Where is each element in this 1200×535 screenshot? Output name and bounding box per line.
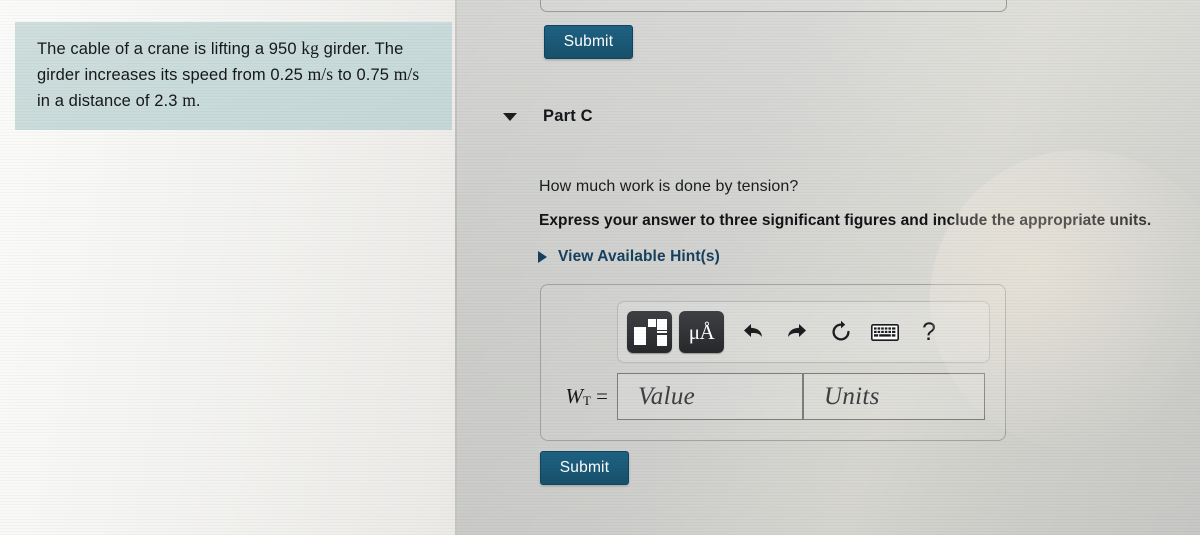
units-button[interactable]: μÅ bbox=[679, 311, 724, 353]
submit-button-part-b[interactable]: Submit bbox=[544, 25, 633, 59]
reset-circle-icon bbox=[829, 320, 853, 344]
problem-unit-kg: kg bbox=[301, 38, 319, 58]
answer-input-container: μÅ ? WT = Value Units bbox=[540, 284, 1006, 441]
question-mark-icon: ? bbox=[922, 317, 936, 346]
problem-line2-a: girder increases its speed from 0.25 bbox=[37, 66, 308, 84]
variable-symbol: W bbox=[565, 384, 583, 408]
value-input[interactable]: Value bbox=[617, 373, 803, 420]
problem-line1-a: The cable of a crane is lifting a 950 bbox=[37, 40, 302, 58]
submit-button-part-c[interactable]: Submit bbox=[540, 451, 629, 485]
reset-button[interactable] bbox=[819, 311, 863, 353]
undo-button[interactable] bbox=[731, 311, 775, 353]
problem-unit-ms-1: m/s bbox=[307, 64, 334, 84]
variable-subscript: T bbox=[582, 393, 591, 408]
screen-photo: The cable of a crane is lifting a 950 kg… bbox=[0, 0, 1200, 535]
problem-statement-text: The cable of a crane is lifting a 950 kg… bbox=[37, 36, 430, 114]
math-template-icon bbox=[634, 318, 667, 346]
redo-arrow-icon bbox=[785, 321, 809, 343]
help-button[interactable]: ? bbox=[907, 311, 951, 353]
micro-angstrom-icon: μÅ bbox=[688, 319, 715, 344]
problem-statement-box: The cable of a crane is lifting a 950 kg… bbox=[15, 22, 452, 130]
problem-line1-b: girder. The bbox=[319, 40, 404, 58]
problem-unit-m: m bbox=[182, 90, 196, 110]
equals-sign: = bbox=[590, 384, 608, 408]
math-toolbar: μÅ ? bbox=[617, 301, 990, 363]
keyboard-icon bbox=[871, 323, 899, 341]
problem-line3-c: . bbox=[195, 92, 201, 110]
units-input-placeholder: Units bbox=[824, 382, 880, 410]
previous-part-answer-box bbox=[540, 0, 1007, 12]
instruction-text: Express your answer to three significant… bbox=[539, 212, 1152, 229]
variable-label: WT = bbox=[557, 384, 617, 409]
part-title: Part C bbox=[543, 107, 593, 125]
redo-button[interactable] bbox=[775, 311, 819, 353]
triangle-down-icon[interactable] bbox=[503, 112, 517, 121]
problem-line2-b: to bbox=[333, 66, 352, 84]
question-text: How much work is done by tension? bbox=[539, 178, 799, 195]
problem-unit-ms-2: m/s bbox=[393, 64, 420, 84]
submit-button-label: Submit bbox=[559, 459, 610, 476]
math-template-button[interactable] bbox=[627, 311, 672, 353]
problem-line3-b: in a distance of 2.3 bbox=[37, 92, 183, 110]
units-input[interactable]: Units bbox=[803, 373, 985, 420]
value-input-placeholder: Value bbox=[638, 382, 696, 410]
view-hints-label: View Available Hint(s) bbox=[558, 248, 720, 265]
view-hints-link[interactable]: View Available Hint(s) bbox=[538, 248, 720, 266]
triangle-right-icon bbox=[538, 251, 547, 263]
answer-fields-row: WT = Value Units bbox=[557, 373, 985, 420]
problem-line3-a: 0.75 bbox=[356, 66, 394, 84]
left-panel: The cable of a crane is lifting a 950 kg… bbox=[0, 0, 456, 535]
part-c-header[interactable]: Part C bbox=[503, 107, 593, 126]
submit-button-label: Submit bbox=[563, 33, 614, 50]
keyboard-button[interactable] bbox=[863, 311, 907, 353]
undo-arrow-icon bbox=[741, 321, 765, 343]
